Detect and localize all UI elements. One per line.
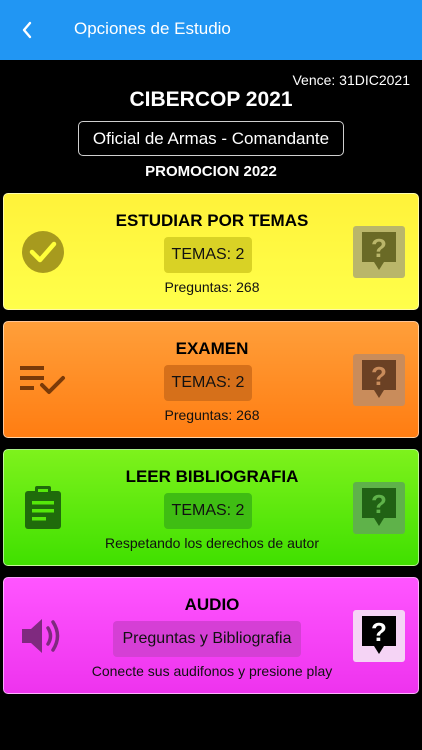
card-subtitle: Respetando los derechos de autor — [104, 535, 320, 551]
help-question-icon[interactable]: ? — [353, 610, 405, 662]
audio-source-chip[interactable]: Preguntas y Bibliografia — [113, 621, 301, 657]
help-question-icon[interactable]: ? — [353, 354, 405, 406]
checklist-icon — [19, 356, 67, 404]
topics-chip[interactable]: TEMAS: 2 — [164, 365, 252, 401]
study-by-topics-card[interactable]: ESTUDIAR POR TEMAS TEMAS: 2 Preguntas: 2… — [3, 193, 419, 310]
card-subtitle: Conecte sus audifonos y presione play — [91, 663, 333, 679]
help-question-icon[interactable]: ? — [353, 482, 405, 534]
card-subtitle: Preguntas: 268 — [164, 407, 260, 423]
clipboard-icon — [19, 484, 67, 532]
topics-chip[interactable]: TEMAS: 2 — [164, 493, 252, 529]
svg-text:?: ? — [371, 617, 387, 647]
speaker-icon — [19, 612, 67, 660]
promotion-label: PROMOCION 2022 — [145, 163, 277, 180]
read-bibliography-card[interactable]: LEER BIBLIOGRAFIA TEMAS: 2 Respetando lo… — [3, 449, 419, 566]
help-question-icon[interactable]: ? — [353, 226, 405, 278]
exam-card[interactable]: EXAMEN TEMAS: 2 Preguntas: 268 ? — [3, 321, 419, 438]
app-bar: Opciones de Estudio — [0, 0, 422, 60]
audio-card[interactable]: AUDIO Preguntas y Bibliografia Conecte s… — [3, 577, 419, 694]
page-title: Opciones de Estudio — [74, 19, 231, 38]
back-arrow-icon[interactable] — [14, 16, 40, 44]
check-circle-icon — [19, 228, 67, 276]
brand-title: CIBERCOP 2021 — [129, 88, 293, 111]
svg-text:?: ? — [371, 489, 387, 519]
topics-chip[interactable]: TEMAS: 2 — [164, 237, 252, 273]
svg-text:?: ? — [371, 233, 387, 263]
svg-text:?: ? — [371, 361, 387, 391]
card-subtitle: Preguntas: 268 — [164, 279, 260, 295]
rank-label: Oficial de Armas - Comandante — [78, 121, 344, 156]
expiry-date: Vence: 31DIC2021 — [292, 72, 410, 88]
